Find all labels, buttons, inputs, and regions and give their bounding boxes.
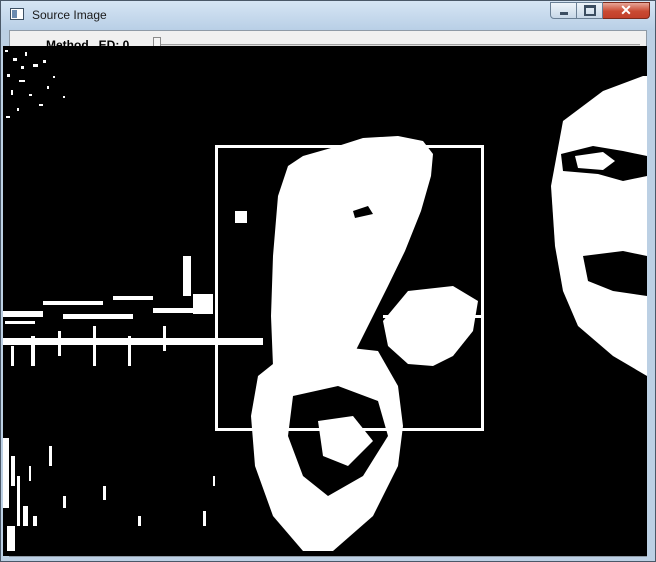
- source-image-window: Source Image ✕ Method...ED: 0: [0, 0, 656, 562]
- window-app-icon[interactable]: [10, 8, 24, 20]
- threshold-image-view: [3, 46, 647, 556]
- small-blob: [235, 211, 247, 223]
- close-icon: ✕: [620, 2, 632, 18]
- close-button[interactable]: ✕: [603, 2, 650, 19]
- horizontal-bar-shape: [3, 338, 263, 345]
- connector-line: [383, 315, 481, 318]
- maximize-icon: [583, 5, 596, 16]
- binary-threshold-image: [3, 46, 647, 556]
- window-controls: ✕: [550, 2, 650, 20]
- minimize-icon: [559, 12, 568, 15]
- title-bar[interactable]: Source Image ✕: [1, 1, 655, 30]
- window-title: Source Image: [32, 8, 107, 22]
- minimize-button[interactable]: [550, 2, 577, 19]
- maximize-button[interactable]: [577, 2, 603, 19]
